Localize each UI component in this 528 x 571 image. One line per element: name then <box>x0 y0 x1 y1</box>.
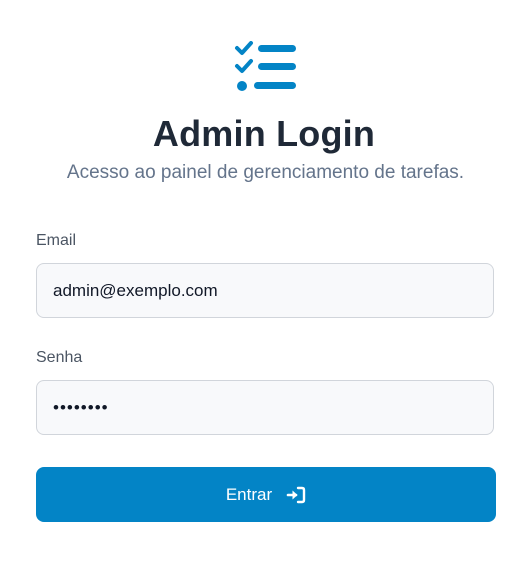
password-label: Senha <box>36 349 83 366</box>
login-button-label: Entrar <box>225 484 273 504</box>
list-check-icon <box>235 41 296 91</box>
page-subtitle: Acesso ao painel de gerenciamento de tar… <box>66 162 465 183</box>
login-card: Admin Login Acesso ao painel de gerencia… <box>0 0 528 571</box>
email-label: Email <box>36 232 77 249</box>
password-field[interactable] <box>36 380 494 435</box>
login-button[interactable]: Entrar <box>36 467 496 522</box>
sign-in-icon <box>286 486 306 504</box>
email-field[interactable] <box>36 263 494 318</box>
page-title: Admin Login <box>152 113 376 154</box>
